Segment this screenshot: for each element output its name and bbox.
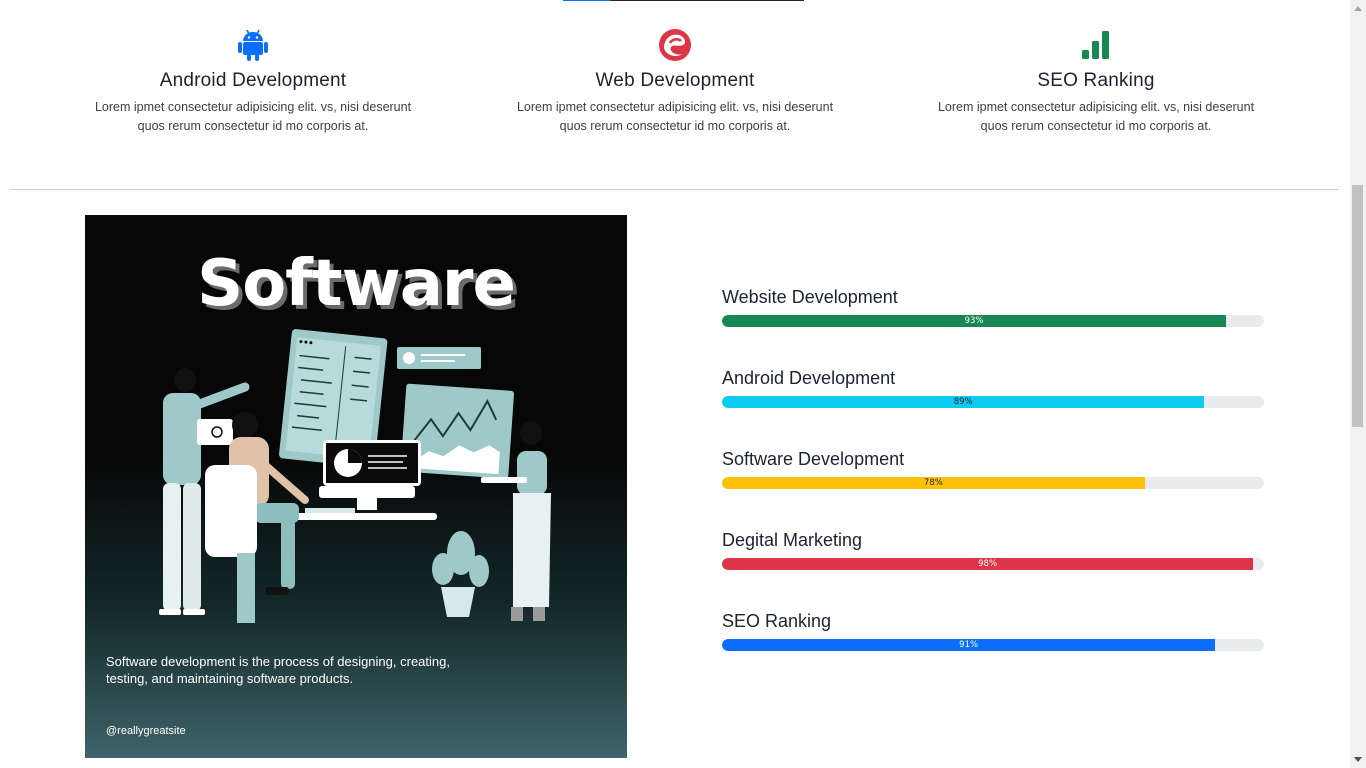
progress-bar-fill: 98% [722,558,1254,570]
scroll-up-arrow-icon[interactable] [1350,0,1366,16]
scroll-down-arrow-icon[interactable] [1350,752,1366,768]
service-card-web: Web Development Lorem ipmet consectetur … [515,28,835,136]
scrollbar-thumb[interactable] [1352,185,1363,427]
progress-bar-fill: 89% [722,396,1205,408]
edge-icon [515,28,835,62]
progress-track: 98% [722,558,1264,570]
skill-label: Website Development [722,287,898,307]
vertical-scrollbar[interactable] [1350,0,1366,768]
progress-track: 93% [722,315,1264,327]
section-divider [10,189,1339,190]
skill-digital-marketing: Degital Marketing 98% [722,529,1264,610]
services-section: Android Development Lorem ipmet consecte… [0,0,1350,150]
skill-label: SEO Ranking [722,611,832,631]
skill-software-development: Software Development 78% [722,448,1264,529]
progress-bar-fill: 78% [722,477,1145,489]
poster-title: Software [197,247,516,321]
skills-progress-list: Website Development 93% Android Developm… [722,286,1264,691]
poster-handle: @reallygreatsite [106,725,186,737]
poster-description: Software development is the process of d… [106,654,450,686]
skill-label: Android Development [722,368,896,388]
service-title: SEO Ranking [1037,70,1155,91]
android-icon [93,28,413,62]
service-description: Lorem ipmet consectetur adipisicing elit… [937,100,1255,133]
service-description: Lorem ipmet consectetur adipisicing elit… [516,100,834,133]
progress-bar-fill: 91% [722,639,1216,651]
bar-chart-icon [936,28,1256,62]
service-card-android: Android Development Lorem ipmet consecte… [93,28,413,136]
office-illustration [159,329,551,623]
progress-track: 91% [722,639,1264,651]
service-title: Android Development [159,70,347,91]
service-title: Web Development [595,70,755,91]
skill-website-development: Website Development 93% [722,286,1264,367]
skill-label: Degital Marketing [722,530,863,550]
progress-bar-fill: 93% [722,315,1227,327]
service-card-seo: SEO Ranking Lorem ipmet consectetur adip… [936,28,1256,136]
software-poster-image: Software Software development is the pro… [85,215,627,758]
progress-track: 89% [722,396,1264,408]
service-description: Lorem ipmet consectetur adipisicing elit… [94,100,412,133]
skill-seo-ranking: SEO Ranking 91% [722,610,1264,691]
skill-android-development: Android Development 89% [722,367,1264,448]
progress-track: 78% [722,477,1264,489]
skill-label: Software Development [722,449,905,469]
